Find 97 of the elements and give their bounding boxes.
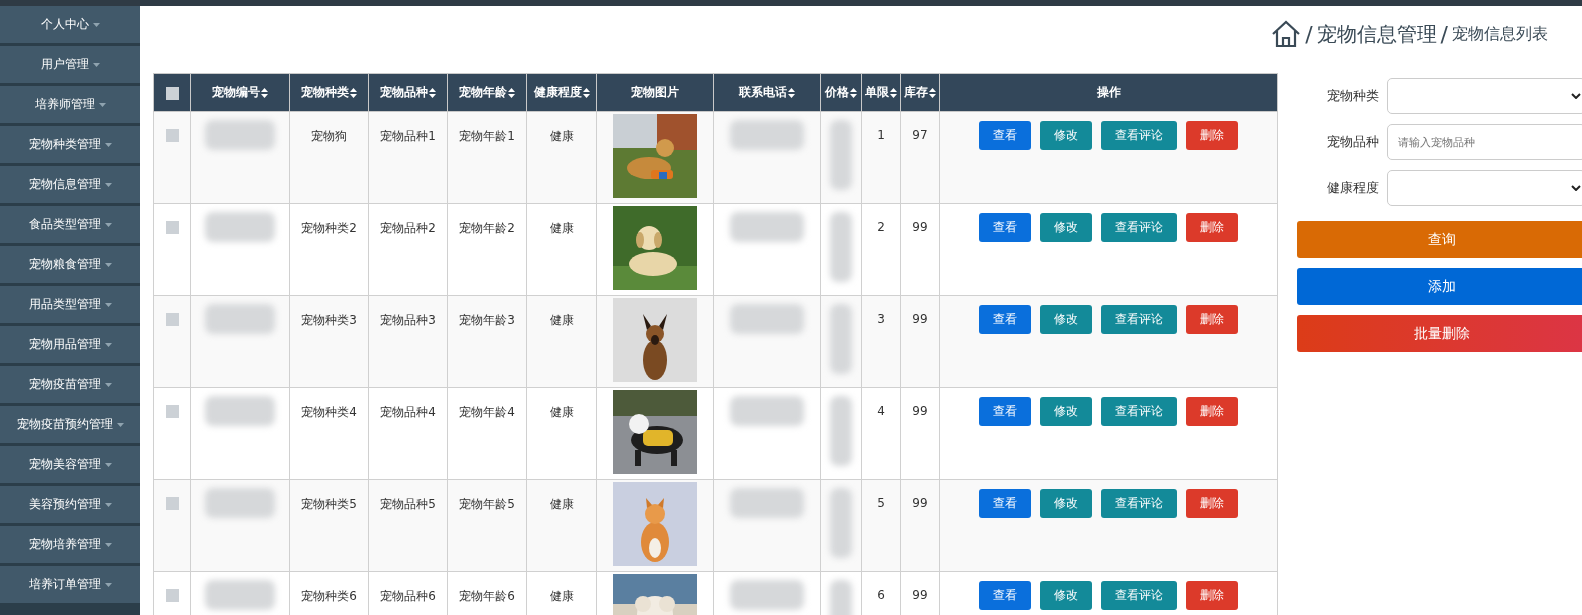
action-button[interactable]: 查看 [979,397,1031,426]
table-cell: 宠物年龄3 [459,313,515,327]
action-button[interactable]: 查看 [979,213,1031,242]
field-label: 宠物种类 [1326,87,1380,105]
column-header: 健康程度 [533,84,582,101]
sidebar-item[interactable]: 宠物疫苗预约管理 [0,406,140,443]
table-cell: 99 [912,220,928,234]
table-cell: 99 [912,404,928,418]
sidebar-item[interactable]: 宠物信息管理 [0,166,140,203]
table-cell: 宠物品种3 [380,313,436,327]
column-header: 联系电话 [739,84,787,101]
column-header: 单限 [865,84,889,101]
table-cell: 4 [877,404,885,418]
action-button[interactable]: 修改 [1040,397,1092,426]
column-header: 宠物图片 [631,84,679,101]
action-button[interactable]: 查看评论 [1101,581,1177,610]
table-cell: 宠物品种4 [380,405,436,419]
sidebar-item[interactable]: 用户管理 [0,46,140,83]
action-button[interactable]: 修改 [1040,581,1092,610]
table-cell: 5 [877,496,885,510]
sidebar-item[interactable]: 用品类型管理 [0,286,140,323]
sidebar-item[interactable]: 宠物疫苗管理 [0,366,140,403]
table-cell: 宠物种类6 [301,589,357,603]
action-button[interactable]: 查看评论 [1101,213,1177,242]
table-cell: 99 [912,312,928,326]
sidebar-item[interactable]: 宠物粮食管理 [0,246,140,283]
table-cell: 宠物年龄6 [459,589,515,603]
sidebar-item[interactable]: 宠物用品管理 [0,326,140,363]
field-label: 健康程度 [1326,179,1380,197]
breadcrumb-separator: / [1305,21,1313,47]
action-button[interactable]: 查看 [979,489,1031,518]
table-cell: 宠物品种6 [380,589,436,603]
input-field[interactable]: 请输入宠物品种 [1387,124,1582,160]
table-cell: 宠物品种5 [380,497,436,511]
table-cell: 宠物年龄1 [459,129,515,143]
action-button[interactable]: 查看评论 [1101,489,1177,518]
sidebar-item[interactable]: 宠物美容管理 [0,446,140,483]
add-button[interactable]: 添加 [1297,268,1582,305]
action-button[interactable]: 删除 [1186,489,1238,518]
action-button[interactable]: 修改 [1040,213,1092,242]
table-cell: 宠物年龄4 [459,405,515,419]
breadcrumb-current: 宠物信息列表 [1452,23,1548,45]
sidebar-item[interactable]: 培养订单管理 [0,566,140,603]
table-cell: 宠物种类2 [301,221,357,235]
action-button[interactable]: 查看评论 [1101,397,1177,426]
table-cell: 宠物种类5 [301,497,357,511]
sidebar-item[interactable]: 食品类型管理 [0,206,140,243]
action-button[interactable]: 删除 [1186,213,1238,242]
action-button[interactable]: 修改 [1040,121,1092,150]
table-cell: 6 [877,588,885,602]
action-button[interactable]: 修改 [1040,305,1092,334]
table-cell: 宠物种类4 [301,405,357,419]
action-button[interactable]: 查看 [979,121,1031,150]
column-header: 宠物品种 [380,84,428,101]
sidebar-item[interactable]: 个人中心 [0,6,140,43]
sidebar-item[interactable]: 宠物培养管理 [0,526,140,563]
action-button[interactable]: 删除 [1186,397,1238,426]
sidebar-item[interactable]: 宠物种类管理 [0,126,140,163]
table-cell: 宠物年龄2 [459,221,515,235]
breadcrumb-link[interactable]: 宠物信息管理 [1316,20,1437,48]
action-button[interactable]: 删除 [1186,305,1238,334]
column-header: 价格 [825,84,849,101]
action-button[interactable]: 修改 [1040,489,1092,518]
sidebar-item[interactable]: 美容预约管理 [0,486,140,523]
table-cell: 99 [912,496,928,510]
action-button[interactable]: 查看 [979,581,1031,610]
action-button[interactable]: 查看评论 [1101,121,1177,150]
action-button[interactable]: 删除 [1186,121,1238,150]
table-cell: 1 [877,128,885,142]
column-header: 宠物年龄 [459,84,507,101]
table-cell: 99 [912,588,928,602]
table-cell: 宠物狗 [311,129,347,143]
table-cell: 健康 [549,497,574,511]
action-button[interactable]: 删除 [1186,581,1238,610]
delete-button[interactable]: 批量删除 [1297,315,1582,352]
table-cell: 健康 [549,221,574,235]
column-header: 库存 [904,84,928,101]
table-cell: 宠物年龄5 [459,497,515,511]
table-cell: 宠物种类3 [301,313,357,327]
table-cell: 3 [877,312,885,326]
column-header: 宠物种类 [301,84,349,101]
table-cell: 健康 [549,405,574,419]
table-cell: 健康 [549,313,574,327]
breadcrumb-separator: / [1440,21,1448,47]
sidebar-item[interactable]: 培养师管理 [0,86,140,123]
table-cell: 宠物品种1 [380,129,436,143]
action-button[interactable]: 查看评论 [1101,305,1177,334]
search-button[interactable]: 查询 [1297,221,1582,258]
column-header: 宠物编号 [212,84,260,101]
action-button[interactable]: 查看 [979,305,1031,334]
table-cell: 宠物品种2 [380,221,436,235]
field-label: 宠物品种 [1326,133,1380,151]
column-header: 操作 [1096,84,1121,101]
table-cell: 健康 [549,589,574,603]
table-cell: 健康 [549,129,574,143]
table-cell: 2 [877,220,885,234]
table-cell: 97 [912,128,928,142]
